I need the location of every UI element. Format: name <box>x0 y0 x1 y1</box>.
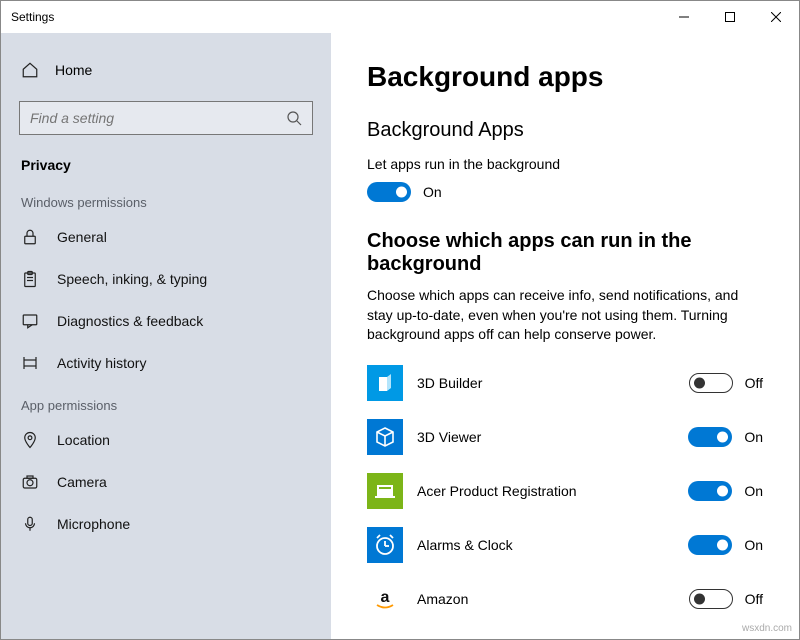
app-icon-amazon: a <box>367 581 403 617</box>
nav-camera[interactable]: Camera <box>1 461 331 503</box>
home-nav[interactable]: Home <box>1 53 331 87</box>
section-heading-background-apps: Background Apps <box>367 119 763 142</box>
app-row-3d-viewer: 3D Viewer On <box>367 419 763 455</box>
app-toggle-acer[interactable] <box>688 481 732 501</box>
nav-label: Location <box>57 432 110 448</box>
app-toggle-3d-builder[interactable] <box>689 373 733 393</box>
app-name: Acer Product Registration <box>417 483 674 499</box>
section-current: Privacy <box>1 149 331 181</box>
app-icon-alarms <box>367 527 403 563</box>
search-input[interactable] <box>30 110 286 126</box>
feedback-icon <box>21 312 39 330</box>
home-label: Home <box>55 62 92 78</box>
minimize-button[interactable] <box>661 1 707 33</box>
nav-label: Camera <box>57 474 107 490</box>
nav-microphone[interactable]: Microphone <box>1 503 331 545</box>
app-list: 3D Builder Off 3D Viewer On <box>367 365 763 617</box>
section-heading-choose-apps: Choose which apps can run in the backgro… <box>367 230 763 276</box>
app-name: Alarms & Clock <box>417 537 674 553</box>
nav-activity[interactable]: Activity history <box>1 342 331 384</box>
app-name: Amazon <box>417 591 675 607</box>
master-toggle-state: On <box>423 184 442 200</box>
nav-label: Microphone <box>57 516 130 532</box>
location-icon <box>21 431 39 449</box>
titlebar: Settings <box>1 1 799 33</box>
close-button[interactable] <box>753 1 799 33</box>
app-row-alarms: Alarms & Clock On <box>367 527 763 563</box>
camera-icon <box>21 473 39 491</box>
app-icon-3d-builder <box>367 365 403 401</box>
app-row-acer: Acer Product Registration On <box>367 473 763 509</box>
search-box[interactable] <box>19 101 313 135</box>
app-row-3d-builder: 3D Builder Off <box>367 365 763 401</box>
nav-label: Speech, inking, & typing <box>57 271 207 287</box>
master-toggle-label: Let apps run in the background <box>367 156 763 172</box>
nav-location[interactable]: Location <box>1 419 331 461</box>
master-toggle[interactable] <box>367 182 411 202</box>
section-description: Choose which apps can receive info, send… <box>367 286 763 345</box>
nav-speech[interactable]: Speech, inking, & typing <box>1 258 331 300</box>
home-icon <box>21 61 39 79</box>
group-windows-permissions: Windows permissions <box>1 181 331 216</box>
app-toggle-state: Off <box>745 375 763 391</box>
microphone-icon <box>21 515 39 533</box>
app-icon-acer <box>367 473 403 509</box>
nav-diagnostics[interactable]: Diagnostics & feedback <box>1 300 331 342</box>
page-title: Background apps <box>367 61 763 93</box>
svg-text:a: a <box>381 589 390 606</box>
app-icon-3d-viewer <box>367 419 403 455</box>
window-title: Settings <box>11 10 54 24</box>
app-name: 3D Builder <box>417 375 675 391</box>
nav-label: General <box>57 229 107 245</box>
app-row-amazon: a Amazon Off <box>367 581 763 617</box>
app-name: 3D Viewer <box>417 429 674 445</box>
history-icon <box>21 354 39 372</box>
nav-label: Activity history <box>57 355 146 371</box>
app-toggle-state: Off <box>745 591 763 607</box>
search-icon <box>286 110 302 126</box>
app-toggle-amazon[interactable] <box>689 589 733 609</box>
main-content: Background apps Background Apps Let apps… <box>331 33 799 639</box>
app-toggle-3d-viewer[interactable] <box>688 427 732 447</box>
app-toggle-state: On <box>744 429 763 445</box>
nav-label: Diagnostics & feedback <box>57 313 203 329</box>
sidebar: Home Privacy Windows permissions General <box>1 33 331 639</box>
lock-icon <box>21 228 39 246</box>
clipboard-icon <box>21 270 39 288</box>
group-app-permissions: App permissions <box>1 384 331 419</box>
app-toggle-alarms[interactable] <box>688 535 732 555</box>
nav-general[interactable]: General <box>1 216 331 258</box>
maximize-button[interactable] <box>707 1 753 33</box>
app-toggle-state: On <box>744 537 763 553</box>
app-toggle-state: On <box>744 483 763 499</box>
